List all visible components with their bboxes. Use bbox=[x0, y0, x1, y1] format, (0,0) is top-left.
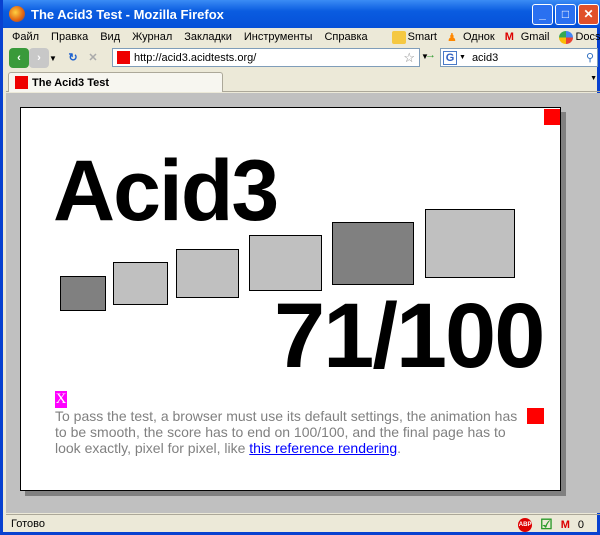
bookmark-docs[interactable]: Docs bbox=[559, 30, 600, 44]
search-input[interactable]: acid3 bbox=[472, 52, 498, 64]
test-bucket-3 bbox=[176, 249, 239, 298]
tab-bar: The Acid3 Test ▼ bbox=[6, 70, 600, 92]
status-bar: Готово ABP ☑ M 0 bbox=[6, 514, 600, 532]
minimize-button[interactable]: _ bbox=[532, 4, 553, 25]
tab-label: The Acid3 Test bbox=[32, 76, 110, 89]
odnoklassniki-icon: ♟ bbox=[446, 31, 457, 44]
google-docs-icon bbox=[559, 30, 574, 44]
menu-bookmarks[interactable]: Закладки bbox=[184, 31, 232, 43]
bookmark-smart[interactable]: Smart bbox=[391, 30, 437, 44]
tab-acid3[interactable]: The Acid3 Test bbox=[8, 72, 223, 92]
bookmark-gmail[interactable]: M Gmail bbox=[505, 31, 550, 44]
close-button[interactable]: ✕ bbox=[578, 4, 599, 25]
gmail-notifier-icon[interactable]: M bbox=[561, 519, 570, 531]
test-bucket-6 bbox=[425, 209, 515, 278]
forward-button[interactable]: › bbox=[29, 48, 49, 68]
tab-favicon bbox=[15, 76, 28, 89]
red-square-bottom bbox=[527, 408, 544, 424]
google-icon[interactable]: G bbox=[443, 50, 457, 65]
x-marker: X bbox=[55, 391, 67, 408]
gmail-count: 0 bbox=[577, 518, 584, 531]
go-button[interactable]: → bbox=[425, 49, 436, 61]
test-bucket-2 bbox=[113, 262, 168, 305]
url-text[interactable]: http://acid3.acidtests.org/ bbox=[134, 52, 256, 64]
menu-view[interactable]: Вид bbox=[100, 31, 120, 43]
site-favicon bbox=[117, 51, 130, 64]
score: 71/100 bbox=[274, 285, 545, 387]
search-magnifier-icon[interactable]: ⚲ bbox=[586, 51, 594, 64]
navigation-toolbar: ‹ › ▼ ↻ ✕ http://acid3.acidtests.org/ ☆ … bbox=[6, 46, 600, 70]
window-title: The Acid3 Test - Mozilla Firefox bbox=[31, 6, 224, 22]
reload-icon[interactable]: ↻ bbox=[63, 48, 83, 68]
maximize-button[interactable]: □ bbox=[555, 4, 576, 25]
back-button[interactable]: ‹ bbox=[9, 48, 29, 68]
reference-rendering-link[interactable]: this reference rendering bbox=[249, 440, 397, 456]
menu-tools[interactable]: Инструменты bbox=[244, 31, 313, 43]
stop-icon[interactable]: ✕ bbox=[83, 48, 103, 68]
menu-bar: Файл Правка Вид Журнал Закладки Инструме… bbox=[6, 28, 600, 46]
status-text: Готово bbox=[11, 517, 45, 530]
test-bucket-5 bbox=[332, 222, 414, 285]
page-title: Acid3 bbox=[53, 143, 279, 239]
browser-window: The Acid3 Test - Mozilla Firefox _ □ ✕ Ф… bbox=[0, 0, 600, 535]
gmail-icon: M bbox=[504, 30, 514, 43]
red-square-top bbox=[544, 109, 560, 125]
firefox-logo-icon bbox=[9, 6, 25, 22]
test-bucket-1 bbox=[60, 276, 106, 311]
menu-file[interactable]: Файл bbox=[12, 31, 39, 43]
search-box[interactable]: G ▼ acid3 ⚲ bbox=[440, 48, 598, 67]
bookmark-star-icon[interactable]: ☆ bbox=[403, 50, 415, 66]
content-area: Acid3 71/100 X To pass the test, a brows… bbox=[6, 93, 600, 513]
instructions: To pass the test, a browser must use its… bbox=[55, 408, 525, 456]
instructions-period: . bbox=[397, 440, 402, 456]
menu-help[interactable]: Справка bbox=[324, 31, 367, 43]
title-bar: The Acid3 Test - Mozilla Firefox _ □ ✕ bbox=[3, 0, 600, 28]
acid3-page: Acid3 71/100 X To pass the test, a brows… bbox=[20, 107, 561, 491]
adblock-icon[interactable]: ABP bbox=[518, 517, 533, 532]
folder-icon bbox=[391, 30, 406, 44]
checkmark-icon[interactable]: ☑ bbox=[540, 516, 553, 533]
menu-history[interactable]: Журнал bbox=[132, 31, 172, 43]
engine-dropdown-icon: ▼ bbox=[459, 54, 466, 61]
url-bar[interactable]: http://acid3.acidtests.org/ ☆ bbox=[112, 48, 420, 67]
history-dropdown[interactable]: ▼ bbox=[49, 54, 59, 63]
menu-edit[interactable]: Правка bbox=[51, 31, 88, 43]
test-bucket-4 bbox=[249, 235, 322, 291]
bookmark-odnoklassniki[interactable]: ♟ Однок bbox=[447, 31, 495, 44]
tab-list-button[interactable]: ▼ bbox=[590, 75, 597, 82]
